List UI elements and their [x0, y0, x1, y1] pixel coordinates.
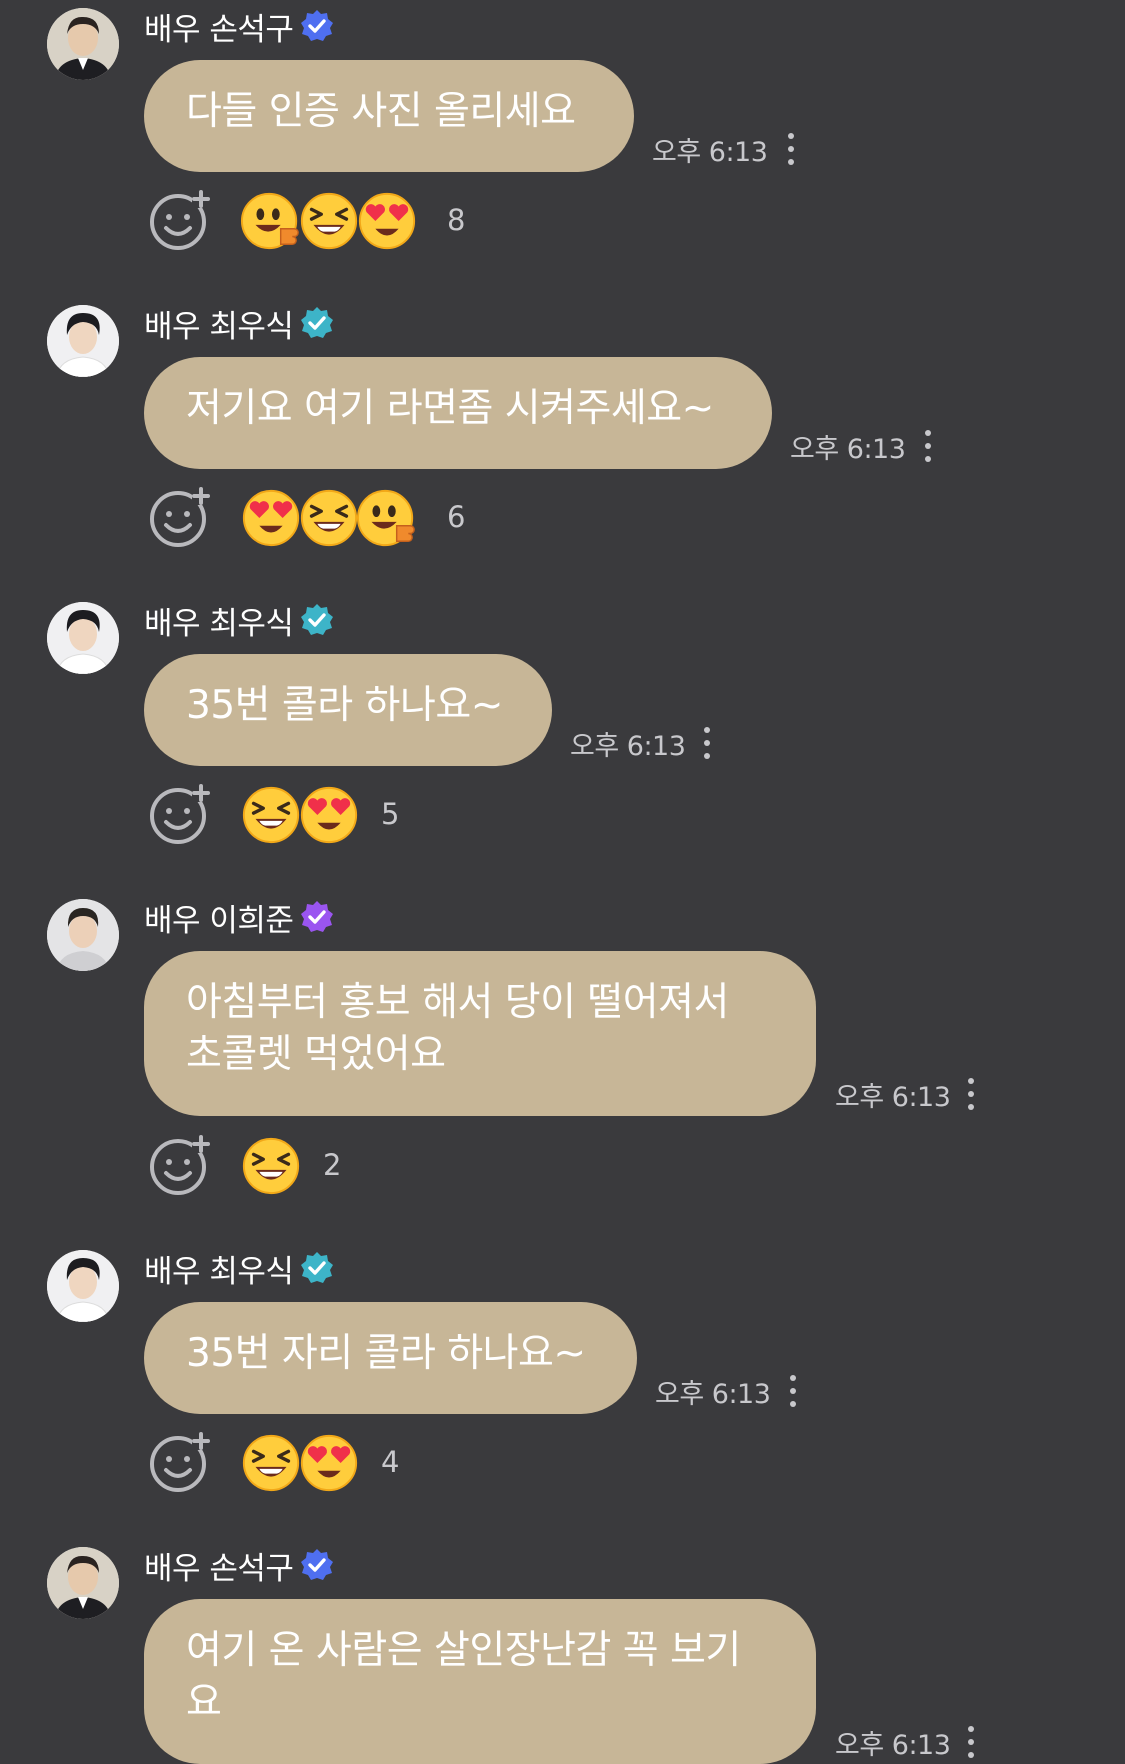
message-bubble[interactable]: 아침부터 홍보 해서 당이 떨어져서 초콜렛 먹었어요 — [144, 951, 816, 1116]
reaction-count: 5 — [381, 797, 400, 831]
more-options-icon[interactable] — [965, 1076, 975, 1112]
message-bubble[interactable]: 여기 온 사람은 살인장난감 꼭 보기 요 — [144, 1599, 816, 1764]
message-text: 아침부터 홍보 해서 당이 떨어져서 — [186, 980, 729, 1025]
reaction-list — [240, 1135, 300, 1199]
add-reaction-icon[interactable] — [148, 485, 212, 549]
verified-badge-icon — [301, 604, 334, 635]
avatar[interactable] — [47, 8, 119, 80]
message-time: 오후 6:13 — [652, 137, 768, 168]
message-time: 오후 6:13 — [835, 1082, 951, 1113]
message-text: 35번 자리 콜라 하나요~ — [186, 1331, 586, 1376]
message-bubble[interactable]: 35번 콜라 하나요~ — [144, 654, 552, 766]
more-options-icon[interactable] — [701, 725, 711, 761]
add-reaction-icon[interactable] — [148, 1133, 212, 1197]
heart-eyes-face-emoji[interactable] — [298, 784, 360, 846]
message-text: 다들 인증 사진 올리세요 — [186, 89, 576, 134]
verified-badge-icon — [301, 1252, 334, 1283]
reaction-list — [240, 1432, 358, 1496]
sender-name[interactable]: 배우 이희준 — [144, 895, 294, 940]
grinning-squint-face-emoji[interactable] — [240, 1432, 302, 1494]
add-reaction-icon[interactable] — [148, 782, 212, 846]
grinning-squint-face-emoji[interactable] — [298, 487, 360, 549]
sender-row: 배우 손석구 — [144, 4, 335, 49]
add-reaction-icon[interactable] — [148, 188, 212, 252]
sender-name[interactable]: 배우 최우식 — [144, 301, 294, 346]
avatar[interactable] — [47, 899, 119, 971]
avatar[interactable] — [47, 1250, 119, 1322]
message-text: 요 — [186, 1680, 222, 1725]
more-options-icon[interactable] — [922, 428, 932, 464]
sender-row: 배우 이희준 — [144, 895, 335, 940]
reaction-list — [240, 784, 358, 848]
reaction-count: 4 — [381, 1445, 400, 1479]
chat-feed: 배우 손석구 다들 인증 사진 올리세요 오후 6:13 8 배우 최우식 저기… — [0, 0, 1125, 1764]
grinning-squint-face-emoji[interactable] — [240, 1135, 302, 1197]
avatar[interactable] — [47, 602, 119, 674]
message-bubble[interactable]: 다들 인증 사진 올리세요 — [144, 60, 634, 172]
sender-row: 배우 최우식 — [144, 301, 335, 346]
heart-eyes-face-emoji[interactable] — [240, 487, 302, 549]
heart-eyes-face-emoji[interactable] — [298, 1432, 360, 1494]
message-text: 저기요 여기 라면좀 시켜주세요~ — [186, 386, 714, 431]
sender-name[interactable]: 배우 최우식 — [144, 1246, 294, 1291]
heart-eyes-face-emoji[interactable] — [356, 190, 418, 252]
message-time: 오후 6:13 — [835, 1730, 951, 1761]
sender-row: 배우 손석구 — [144, 1543, 335, 1588]
grinning-squint-face-emoji[interactable] — [298, 190, 360, 252]
grinning-squint-face-emoji[interactable] — [240, 784, 302, 846]
sender-name[interactable]: 배우 최우식 — [144, 598, 294, 643]
more-options-icon[interactable] — [785, 131, 795, 167]
verified-badge-icon — [301, 901, 334, 932]
sender-row: 배우 최우식 — [144, 1246, 335, 1291]
reaction-count: 6 — [447, 500, 466, 534]
message-text: 35번 콜라 하나요~ — [186, 683, 503, 728]
reaction-list — [240, 487, 415, 551]
reaction-count: 2 — [323, 1148, 342, 1182]
verified-badge-icon — [301, 10, 334, 41]
verified-badge-icon — [301, 1549, 334, 1580]
sender-name[interactable]: 배우 손석구 — [144, 4, 294, 49]
more-options-icon[interactable] — [965, 1724, 975, 1760]
message-text: 초콜렛 먹었어요 — [186, 1032, 446, 1077]
message-time: 오후 6:13 — [570, 731, 686, 762]
reaction-count: 8 — [447, 203, 466, 237]
thumbs-up-face-emoji[interactable] — [356, 487, 418, 549]
sender-name[interactable]: 배우 손석구 — [144, 1543, 294, 1588]
avatar[interactable] — [47, 1547, 119, 1619]
message-time: 오후 6:13 — [655, 1379, 771, 1410]
message-bubble[interactable]: 저기요 여기 라면좀 시켜주세요~ — [144, 357, 772, 469]
verified-badge-icon — [301, 307, 334, 338]
message-time: 오후 6:13 — [790, 434, 906, 465]
sender-row: 배우 최우식 — [144, 598, 335, 643]
message-text: 여기 온 사람은 살인장난감 꼭 보기 — [186, 1628, 741, 1673]
avatar[interactable] — [47, 305, 119, 377]
message-bubble[interactable]: 35번 자리 콜라 하나요~ — [144, 1302, 637, 1414]
reaction-list — [240, 190, 416, 254]
thumbs-up-face-emoji[interactable] — [240, 190, 302, 252]
more-options-icon[interactable] — [787, 1373, 797, 1409]
add-reaction-icon[interactable] — [148, 1430, 212, 1494]
